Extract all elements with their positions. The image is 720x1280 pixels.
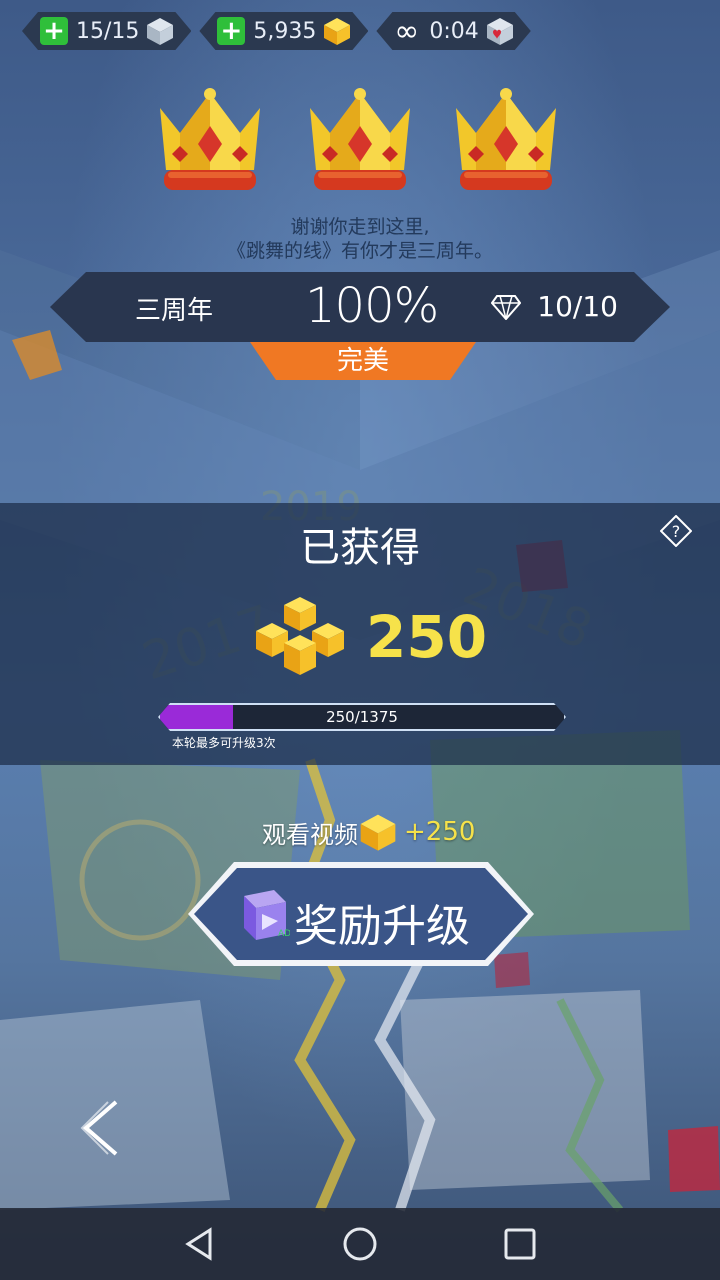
reward-value: 250 [366, 603, 488, 671]
reward-upgrade-button-face[interactable]: AD 奖励升级 [194, 868, 528, 960]
coins-counter[interactable]: + 5,935 [199, 12, 368, 50]
plus-icon[interactable]: + [217, 17, 245, 45]
timer-counter[interactable]: ∞ 0:04 [376, 12, 530, 50]
gold-cube-icon [360, 814, 396, 851]
reward-upgrade-button[interactable]: AD 奖励升级 [188, 862, 534, 966]
back-chevron-icon[interactable] [78, 1098, 122, 1158]
heart-cube-icon [485, 16, 515, 46]
cube-icon [145, 16, 175, 46]
svg-text:?: ? [672, 522, 681, 541]
upgrade-progress-bar: 250/1375 [158, 703, 566, 731]
infinity-icon: ∞ [394, 13, 420, 49]
crowns-rating [160, 88, 556, 190]
coins-value: 5,935 [253, 18, 317, 44]
gems-value: 10/10 [537, 290, 618, 323]
reward-row: 250 [250, 595, 487, 679]
crown-icon [310, 88, 410, 190]
gold-cubes-icon [256, 597, 344, 675]
gems-collected: 10/10 [491, 290, 618, 323]
thanks-line-1: 谢谢你走到这里, [290, 216, 430, 238]
nav-back-icon[interactable] [182, 1226, 218, 1262]
plus-icon[interactable]: + [40, 17, 68, 45]
watch-video-bonus-value: +250 [404, 817, 476, 847]
lives-value: 15/15 [76, 18, 140, 44]
watch-video-bonus: 观看视频 +250 [262, 812, 475, 852]
help-icon[interactable]: ? [660, 515, 692, 547]
nav-recents-icon[interactable] [502, 1226, 538, 1262]
timer-value: 0:04 [429, 18, 479, 44]
rating-label: 完美 [250, 342, 476, 380]
watch-video-label: 观看视频 [262, 820, 358, 849]
earned-panel: 已获得 ? 250 250/1375 本轮最多可升级3次 [0, 503, 720, 765]
ad-video-icon: AD [240, 888, 290, 942]
level-name: 三周年 [135, 296, 214, 326]
ad-badge: AD [278, 929, 290, 939]
lives-counter[interactable]: + 15/15 [22, 12, 191, 50]
thanks-message: 谢谢你走到这里, 《跳舞的线》有你才是三周年。 [0, 215, 720, 263]
nav-home-icon[interactable] [342, 1226, 378, 1262]
thanks-line-2: 《跳舞的线》有你才是三周年。 [226, 240, 493, 262]
reward-upgrade-label: 奖励升级 [294, 901, 470, 952]
top-status-bar: + 15/15 + 5,935 ∞ 0:04 [22, 12, 531, 50]
earned-title: 已获得 [300, 525, 420, 571]
upgrade-note: 本轮最多可升级3次 [172, 736, 276, 750]
gold-cube-icon [322, 16, 352, 46]
crown-icon [160, 88, 260, 190]
completion-percent: 100% [305, 278, 439, 334]
system-navigation-bar [0, 1208, 720, 1280]
crown-icon [456, 88, 556, 190]
progress-text: 250/1375 [326, 708, 398, 726]
result-banner: 三周年 100% 10/10 [50, 272, 670, 342]
diamond-icon [491, 294, 521, 320]
